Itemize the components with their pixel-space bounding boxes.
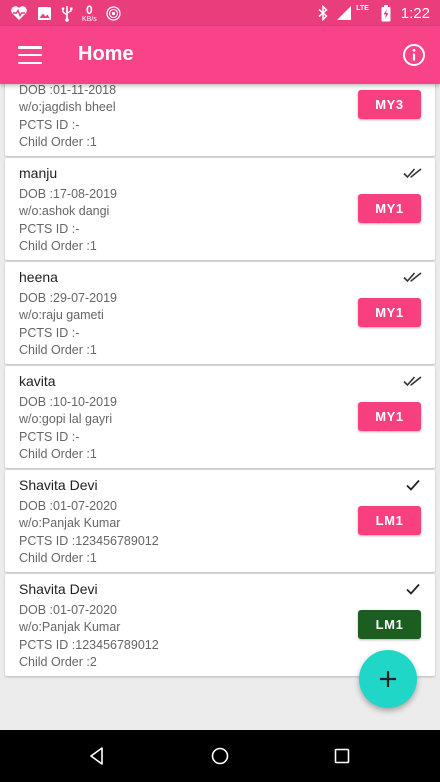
list-item[interactable]: kavita DOB :10-10-2019 w/o:gopi lal gayr… bbox=[5, 366, 435, 468]
child-pcts-id: PCTS ID :- bbox=[19, 118, 80, 132]
double-check-icon bbox=[403, 376, 422, 387]
app-notification-icon bbox=[106, 5, 121, 21]
child-order: Child Order :2 bbox=[19, 655, 97, 669]
child-order: Child Order :1 bbox=[19, 239, 97, 253]
child-pcts-id: PCTS ID :123456789012 bbox=[19, 638, 159, 652]
signal-icon bbox=[337, 6, 352, 20]
child-pcts-id: PCTS ID :- bbox=[19, 430, 80, 444]
status-time: 1:22 bbox=[400, 4, 430, 22]
child-pcts-id: PCTS ID :123456789012 bbox=[19, 534, 159, 548]
child-order: Child Order :1 bbox=[19, 343, 97, 357]
vaccine-button[interactable]: LM1 bbox=[358, 610, 421, 639]
image-icon bbox=[38, 6, 51, 20]
child-order: Child Order :1 bbox=[19, 135, 97, 149]
network-speed: 0 KB/s bbox=[82, 4, 97, 23]
vaccine-button[interactable]: MY1 bbox=[358, 194, 421, 223]
list-item[interactable]: heena DOB :29-07-2019 w/o:raju gameti PC… bbox=[5, 262, 435, 364]
double-check-icon bbox=[403, 272, 422, 283]
status-bar-notifications: 0 KB/s bbox=[10, 3, 121, 23]
back-icon[interactable] bbox=[87, 746, 107, 766]
child-wife-of: w/o:jagdish bheel bbox=[19, 100, 116, 114]
bluetooth-icon bbox=[318, 5, 328, 21]
child-dob: DOB :29-07-2019 bbox=[19, 291, 117, 305]
child-wife-of: w/o:Panjak Kumar bbox=[19, 620, 121, 634]
home-icon[interactable] bbox=[210, 746, 230, 766]
child-wife-of: w/o:Panjak Kumar bbox=[19, 516, 121, 530]
vaccine-button[interactable]: MY1 bbox=[358, 402, 421, 431]
child-name: Shavita Devi bbox=[19, 477, 98, 493]
child-dob: DOB :01-07-2020 bbox=[19, 499, 117, 513]
network-type-label: LTE bbox=[356, 4, 369, 12]
heart-pulse-icon bbox=[11, 6, 27, 20]
status-bar-system: LTE 1:22 bbox=[318, 3, 430, 23]
vaccine-button[interactable]: MY3 bbox=[358, 90, 421, 119]
list-item[interactable]: manju DOB :17-08-2019 w/o:ashok dangi PC… bbox=[5, 158, 435, 260]
double-check-icon bbox=[403, 168, 422, 179]
check-icon bbox=[406, 583, 420, 595]
child-wife-of: w/o:raju gameti bbox=[19, 308, 104, 322]
list-item[interactable]: DOB :01-11-2018 w/o:jagdish bheel PCTS I… bbox=[5, 84, 435, 156]
child-order: Child Order :1 bbox=[19, 551, 97, 565]
usb-icon bbox=[61, 5, 73, 22]
status-bar: 0 KB/s LTE 1:22 bbox=[0, 0, 440, 26]
battery-charging-icon bbox=[381, 4, 391, 21]
child-list[interactable]: DOB :01-11-2018 w/o:jagdish bheel PCTS I… bbox=[0, 84, 440, 730]
list-item[interactable]: Shavita Devi DOB :01-07-2020 w/o:Panjak … bbox=[5, 470, 435, 572]
child-wife-of: w/o:ashok dangi bbox=[19, 204, 110, 218]
add-button[interactable] bbox=[359, 650, 417, 708]
network-speed-unit: KB/s bbox=[82, 15, 97, 23]
page-title: Home bbox=[78, 43, 134, 65]
vaccine-button[interactable]: MY1 bbox=[358, 298, 421, 327]
child-name: manju bbox=[19, 165, 58, 181]
child-dob: DOB :01-11-2018 bbox=[19, 84, 117, 97]
recents-icon[interactable] bbox=[332, 746, 352, 766]
child-dob: DOB :10-10-2019 bbox=[19, 395, 117, 409]
info-icon[interactable] bbox=[402, 43, 426, 67]
child-name: heena bbox=[19, 269, 58, 285]
child-pcts-id: PCTS ID :- bbox=[19, 326, 80, 340]
child-dob: DOB :17-08-2019 bbox=[19, 187, 117, 201]
child-pcts-id: PCTS ID :- bbox=[19, 222, 80, 236]
network-speed-value: 0 bbox=[86, 2, 93, 17]
navigation-bar bbox=[0, 730, 440, 782]
child-wife-of: w/o:gopi lal gayri bbox=[19, 412, 113, 426]
child-name: Shavita Devi bbox=[19, 581, 98, 597]
child-dob: DOB :01-07-2020 bbox=[19, 603, 117, 617]
vaccine-button[interactable]: LM1 bbox=[358, 506, 421, 535]
child-order: Child Order :1 bbox=[19, 447, 97, 461]
app-bar: Home bbox=[0, 26, 440, 84]
plus-icon bbox=[380, 671, 396, 687]
child-name: kavita bbox=[19, 373, 56, 389]
check-icon bbox=[406, 479, 420, 491]
menu-icon[interactable] bbox=[18, 44, 42, 66]
